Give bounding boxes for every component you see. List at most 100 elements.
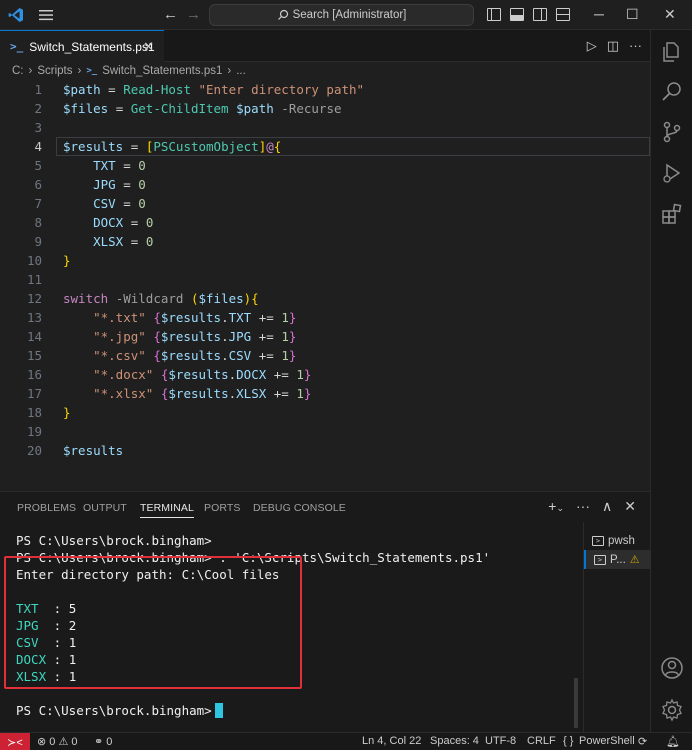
language-mode[interactable]: PowerShell (579, 735, 635, 747)
title-bar: ← → Search [Administrator] ─ ☐ ✕ (0, 0, 692, 30)
settings-gear-icon[interactable] (660, 698, 684, 722)
ports-status[interactable]: ⚭ 0 (94, 735, 112, 748)
code-line: 3 (0, 118, 650, 137)
code-line: 7 CSV = 0 (0, 194, 650, 213)
search-icon (277, 9, 288, 20)
warning-count: 0 (71, 736, 78, 748)
close-window-icon[interactable]: ✕ (664, 6, 676, 23)
menu-icon[interactable] (38, 7, 54, 23)
maximize-panel-icon[interactable]: ∧ (602, 498, 612, 515)
code-line: 17 "*.xlsx" {$results.XLSX += 1} (0, 384, 650, 403)
tab-problems[interactable]: PROBLEMS (17, 502, 76, 514)
warning-icon: ⚠ (58, 736, 69, 748)
line-number: 16 (26, 367, 42, 382)
minimize-icon[interactable]: ─ (594, 6, 604, 22)
customize-layout-icon[interactable] (556, 8, 570, 21)
chevron-right-icon: › (77, 65, 82, 77)
breadcrumb-file[interactable]: Switch_Statements.ps1 (102, 65, 222, 77)
line-number: 13 (26, 310, 42, 325)
cursor-position[interactable]: Ln 4, Col 22 (362, 735, 421, 747)
problems-status[interactable]: ⊗ 0 ⚠ 0 (37, 735, 78, 748)
terminal-item-label: pwsh (608, 534, 635, 547)
error-count: 0 (49, 736, 56, 748)
line-number: 1 (34, 82, 42, 97)
split-editor-icon[interactable]: ◫ (607, 38, 619, 54)
code-line: 11 (0, 270, 650, 289)
breadcrumb-folder[interactable]: Scripts (37, 65, 72, 77)
remote-indicator-icon[interactable]: ≻< (0, 733, 30, 750)
chevron-right-icon: › (28, 65, 33, 77)
more-actions-icon[interactable]: ··· (576, 498, 590, 515)
run-file-icon[interactable]: ▷ (587, 38, 597, 54)
more-actions-icon[interactable]: ··· (629, 38, 642, 54)
breadcrumb-more[interactable]: ... (236, 65, 246, 77)
tab-switch-statements[interactable]: >_ Switch_Statements.ps1 ✕ (0, 30, 164, 62)
encoding[interactable]: UTF-8 (485, 735, 516, 747)
panel-tabs: PROBLEMS OUTPUT TERMINAL PORTS DEBUG CON… (0, 492, 650, 522)
run-debug-icon[interactable] (660, 161, 684, 185)
source-control-icon[interactable] (660, 120, 684, 144)
prompt-text: PS C:\Users\brock.bingham> (16, 703, 212, 718)
code-line: 2 $files = Get-ChildItem $path -Recurse (0, 99, 650, 118)
search-icon[interactable] (660, 80, 684, 104)
command-center-search[interactable]: Search [Administrator] (209, 4, 474, 26)
forward-arrow-icon[interactable]: → (186, 6, 201, 23)
back-arrow-icon[interactable]: ← (163, 6, 178, 23)
language-braces-icon[interactable]: { } (563, 735, 573, 747)
editor-actions: ▷ ◫ ··· (587, 38, 642, 54)
line-number: 12 (26, 291, 42, 306)
toggle-panel-icon[interactable] (510, 8, 524, 21)
code-line: 15 "*.csv" {$results.CSV += 1} (0, 346, 650, 365)
line-number: 2 (34, 101, 42, 116)
end-of-line[interactable]: CRLF (527, 735, 556, 747)
code-line: 18} (0, 403, 650, 422)
breadcrumb: C: › Scripts › >_ Switch_Statements.ps1 … (0, 62, 650, 80)
toggle-primary-sidebar-icon[interactable] (487, 8, 501, 21)
code-editor[interactable]: 1 $path = Read-Host "Enter directory path… (0, 80, 650, 490)
status-bar: ≻< ⊗ 0 ⚠ 0 ⚭ 0 Ln 4, Col 22 Spaces: 4 UT… (0, 732, 692, 750)
line-number: 5 (34, 158, 42, 173)
line-number: 11 (26, 272, 42, 287)
close-tab-icon[interactable]: ✕ (143, 39, 154, 55)
explorer-icon[interactable] (660, 40, 684, 64)
notifications-bell-icon[interactable]: 🔔︎ (666, 735, 680, 748)
indentation[interactable]: Spaces: 4 (430, 735, 479, 747)
code-line: 16 "*.docx" {$results.DOCX += 1} (0, 365, 650, 384)
account-icon[interactable] (660, 656, 684, 680)
close-panel-icon[interactable]: ✕ (624, 498, 636, 515)
powershell-status-icon[interactable]: ⟳ (638, 735, 647, 748)
tab-terminal[interactable]: TERMINAL (140, 502, 194, 518)
terminal-item-pwsh[interactable]: > pwsh (584, 531, 651, 550)
code-line: 20 $results (0, 441, 650, 460)
line-number: 17 (26, 386, 42, 401)
terminal-list: > pwsh > P... ⚠ (583, 522, 651, 733)
terminal-item-powershell[interactable]: > P... ⚠ (584, 550, 651, 569)
toggle-secondary-sidebar-icon[interactable] (533, 8, 547, 21)
line-number: 18 (26, 405, 42, 420)
tab-ports[interactable]: PORTS (204, 502, 240, 514)
line-number: 15 (26, 348, 42, 363)
line-number: 20 (26, 443, 42, 458)
code-line: 1 $path = Read-Host "Enter directory path… (0, 80, 650, 99)
maximize-icon[interactable]: ☐ (626, 6, 639, 23)
tab-debug-console[interactable]: DEBUG CONSOLE (253, 502, 346, 514)
ports-count: 0 (106, 736, 113, 748)
code-line: 10} (0, 251, 650, 270)
terminal-scrollbar[interactable] (574, 678, 578, 728)
line-number: 6 (34, 177, 42, 192)
line-number: 14 (26, 329, 42, 344)
terminal-prompt: PS C:\Users\brock.bingham> (16, 702, 576, 719)
new-terminal-icon[interactable]: +⌄ (548, 498, 564, 515)
code-line: 14 "*.jpg" {$results.JPG += 1} (0, 327, 650, 346)
extensions-icon[interactable] (660, 202, 684, 226)
warning-icon: ⚠ (629, 554, 640, 566)
breadcrumb-drive[interactable]: C: (12, 65, 24, 77)
line-number: 3 (34, 120, 42, 135)
tab-filename: Switch_Statements.ps1 (29, 39, 155, 54)
code-line: 12 switch -Wildcard ($files){ (0, 289, 650, 308)
terminal-icon: > (594, 554, 606, 565)
vscode-logo-icon (8, 8, 23, 22)
tab-output[interactable]: OUTPUT (83, 502, 127, 514)
chevron-right-icon: › (227, 65, 232, 77)
broadcast-icon: ⚭ (94, 736, 104, 748)
